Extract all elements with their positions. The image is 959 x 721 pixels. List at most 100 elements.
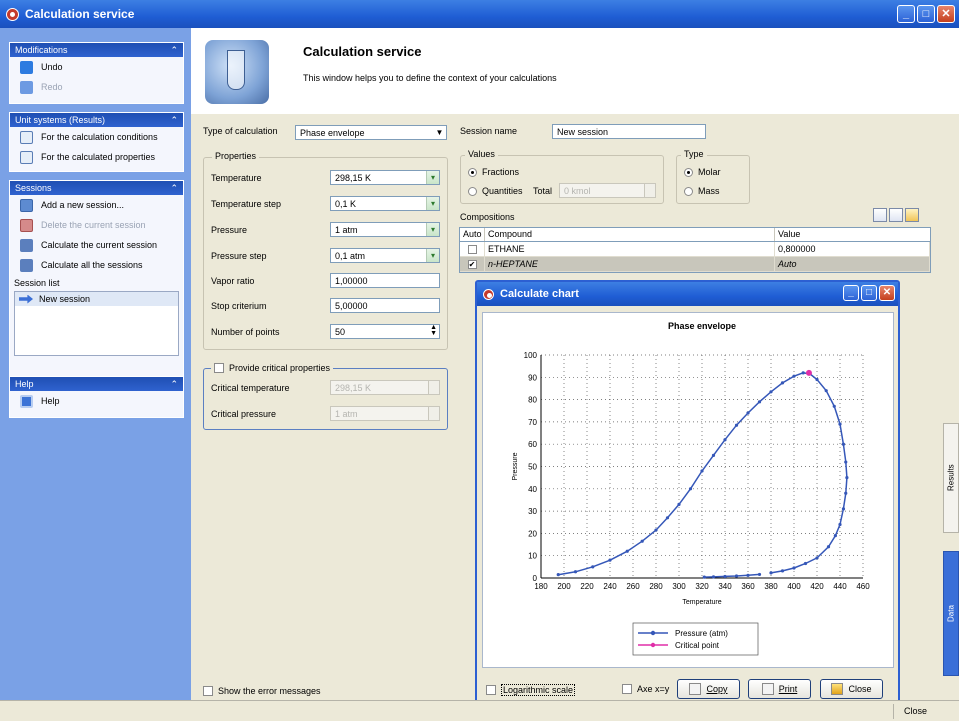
provide-critical-checkbox[interactable]: Provide critical properties (211, 363, 334, 373)
pressure-select[interactable]: 1 atm ▾ (330, 222, 440, 237)
chart-window-titlebar[interactable]: Calculate chart _ □ ✕ (477, 282, 898, 306)
copy-icon[interactable] (889, 208, 903, 222)
pressure-data-point (688, 487, 693, 491)
checkbox-box[interactable] (622, 684, 632, 694)
table-row[interactable]: ETHANE 0,800000 (460, 242, 930, 257)
paste-icon[interactable] (905, 208, 919, 222)
collapse-icon[interactable]: ⌃ (170, 379, 178, 390)
help-item[interactable]: Help (10, 391, 183, 411)
stop-criterium-field[interactable]: 5,00000 (330, 298, 440, 313)
check-icon[interactable]: ✔ (467, 260, 477, 269)
value-cell[interactable]: 0,800000 (775, 242, 930, 256)
copy-label: Copy (706, 684, 728, 694)
y-tick-label: 100 (524, 351, 538, 360)
x-tick-label: 300 (672, 582, 686, 591)
column-header-compound[interactable]: Compound (485, 228, 775, 241)
checkbox-box[interactable] (467, 245, 477, 255)
delete-session-item[interactable]: Delete the current session (10, 215, 183, 235)
column-header-value[interactable]: Value (775, 228, 930, 241)
collapse-icon[interactable]: ⌃ (170, 183, 178, 194)
critical-pressure-field[interactable]: 1 atm (330, 406, 440, 421)
type-of-calculation-select[interactable]: Phase envelope ▼ (295, 125, 447, 140)
results-tab-label: Results (946, 464, 956, 492)
x-tick-label: 440 (833, 582, 847, 591)
unit-calc-properties-item[interactable]: For the calculated properties (10, 147, 183, 167)
print-button[interactable]: Print (748, 679, 811, 699)
value-cell[interactable]: Auto (775, 257, 930, 271)
chevron-down-icon[interactable]: ▼ (433, 126, 446, 139)
x-tick-label: 380 (764, 582, 778, 591)
help-header[interactable]: Help ⌃ (10, 377, 183, 391)
maximize-button[interactable]: □ (917, 5, 935, 23)
collapse-icon[interactable]: ⌃ (170, 45, 178, 56)
y-tick-label: 50 (528, 463, 537, 472)
chevron-down-icon[interactable]: ▾ (426, 171, 439, 184)
pressure-step-select[interactable]: 0,1 atm ▾ (330, 248, 440, 263)
minimize-button[interactable]: _ (843, 285, 859, 301)
results-tab[interactable]: Results (943, 423, 959, 533)
show-errors-checkbox[interactable]: Show the error messages (203, 686, 321, 696)
chevron-down-icon[interactable]: ▾ (426, 249, 439, 262)
session-name-field[interactable]: New session (552, 124, 706, 139)
checkbox-box[interactable] (214, 363, 224, 373)
undo-item[interactable]: Undo (10, 57, 183, 77)
table-row[interactable]: ✔ n-HEPTANE Auto (460, 257, 930, 272)
checkbox-box[interactable] (203, 686, 213, 696)
quantities-radio[interactable]: Quantities (468, 186, 523, 196)
sessions-header[interactable]: Sessions ⌃ (10, 181, 183, 195)
molar-radio[interactable]: Molar (684, 167, 721, 177)
session-list-item[interactable]: New session (15, 292, 178, 306)
radio-dot[interactable] (468, 167, 477, 177)
copy-button[interactable]: Copy (677, 679, 740, 699)
temperature-step-select[interactable]: 0,1 K ▾ (330, 196, 440, 211)
header: Calculation service This window helps yo… (191, 28, 959, 114)
redo-item[interactable]: Redo (10, 77, 183, 97)
data-tab[interactable]: Data (943, 551, 959, 676)
maximize-button[interactable]: □ (861, 285, 877, 301)
collapse-icon[interactable]: ⌃ (170, 115, 178, 126)
status-close-button[interactable]: Close (893, 704, 937, 719)
radio-dot[interactable] (468, 186, 477, 196)
fractions-radio[interactable]: Fractions (468, 167, 519, 177)
radio-dot[interactable] (684, 186, 693, 196)
log-scale-checkbox[interactable]: Logarithmic scale (486, 684, 576, 696)
auto-checkbox[interactable] (460, 242, 485, 256)
compositions-label: Compositions (460, 212, 515, 222)
minimize-button[interactable]: _ (897, 5, 915, 23)
column-header-auto[interactable]: Auto (460, 228, 485, 241)
spinner-icon[interactable]: ▲ ▼ (430, 324, 437, 337)
unit-calc-conditions-item[interactable]: For the calculation conditions (10, 127, 183, 147)
chevron-down-icon[interactable]: ▾ (426, 197, 439, 210)
close-button[interactable]: Close (820, 679, 883, 699)
close-window-button[interactable]: ✕ (879, 285, 895, 301)
mass-radio[interactable]: Mass (684, 186, 720, 196)
number-of-points-stepper[interactable]: 50 ▲ ▼ (330, 324, 440, 339)
pressure-data-point (801, 371, 805, 375)
chevron-down-icon[interactable]: ▾ (426, 223, 439, 236)
compound-cell[interactable]: ETHANE (485, 242, 775, 256)
pressure-step-label: Pressure step (211, 251, 267, 261)
close-window-button[interactable]: ✕ (937, 5, 955, 23)
critical-pressure-label: Critical pressure (211, 409, 277, 419)
checkbox-box[interactable] (486, 685, 496, 695)
type-of-calculation-value: Phase envelope (300, 128, 365, 138)
session-list[interactable]: New session (14, 291, 179, 356)
modifications-header[interactable]: Modifications ⌃ (10, 43, 183, 57)
unit-systems-panel: Unit systems (Results) ⌃ For the calculat… (9, 112, 184, 172)
calc-all-item[interactable]: Calculate all the sessions (10, 255, 183, 275)
critical-temperature-field[interactable]: 298,15 K (330, 380, 440, 395)
unit-systems-header[interactable]: Unit systems (Results) ⌃ (10, 113, 183, 127)
calc-current-item[interactable]: Calculate the current session (10, 235, 183, 255)
status-bar: Close (0, 700, 959, 721)
vapor-ratio-field[interactable]: 1,00000 (330, 273, 440, 288)
temperature-select[interactable]: 298,15 K ▾ (330, 170, 440, 185)
delete-session-label: Delete the current session (41, 220, 146, 230)
compound-cell[interactable]: n-HEPTANE (485, 257, 775, 271)
total-field[interactable]: 0 kmol (559, 183, 656, 198)
radio-dot[interactable] (684, 167, 693, 177)
axe-checkbox[interactable]: Axe x=y (622, 684, 669, 694)
pressure-data-point (838, 522, 842, 527)
grid-view-icon[interactable] (873, 208, 887, 222)
auto-checkbox[interactable]: ✔ (460, 257, 485, 271)
add-session-item[interactable]: Add a new session... (10, 195, 183, 215)
